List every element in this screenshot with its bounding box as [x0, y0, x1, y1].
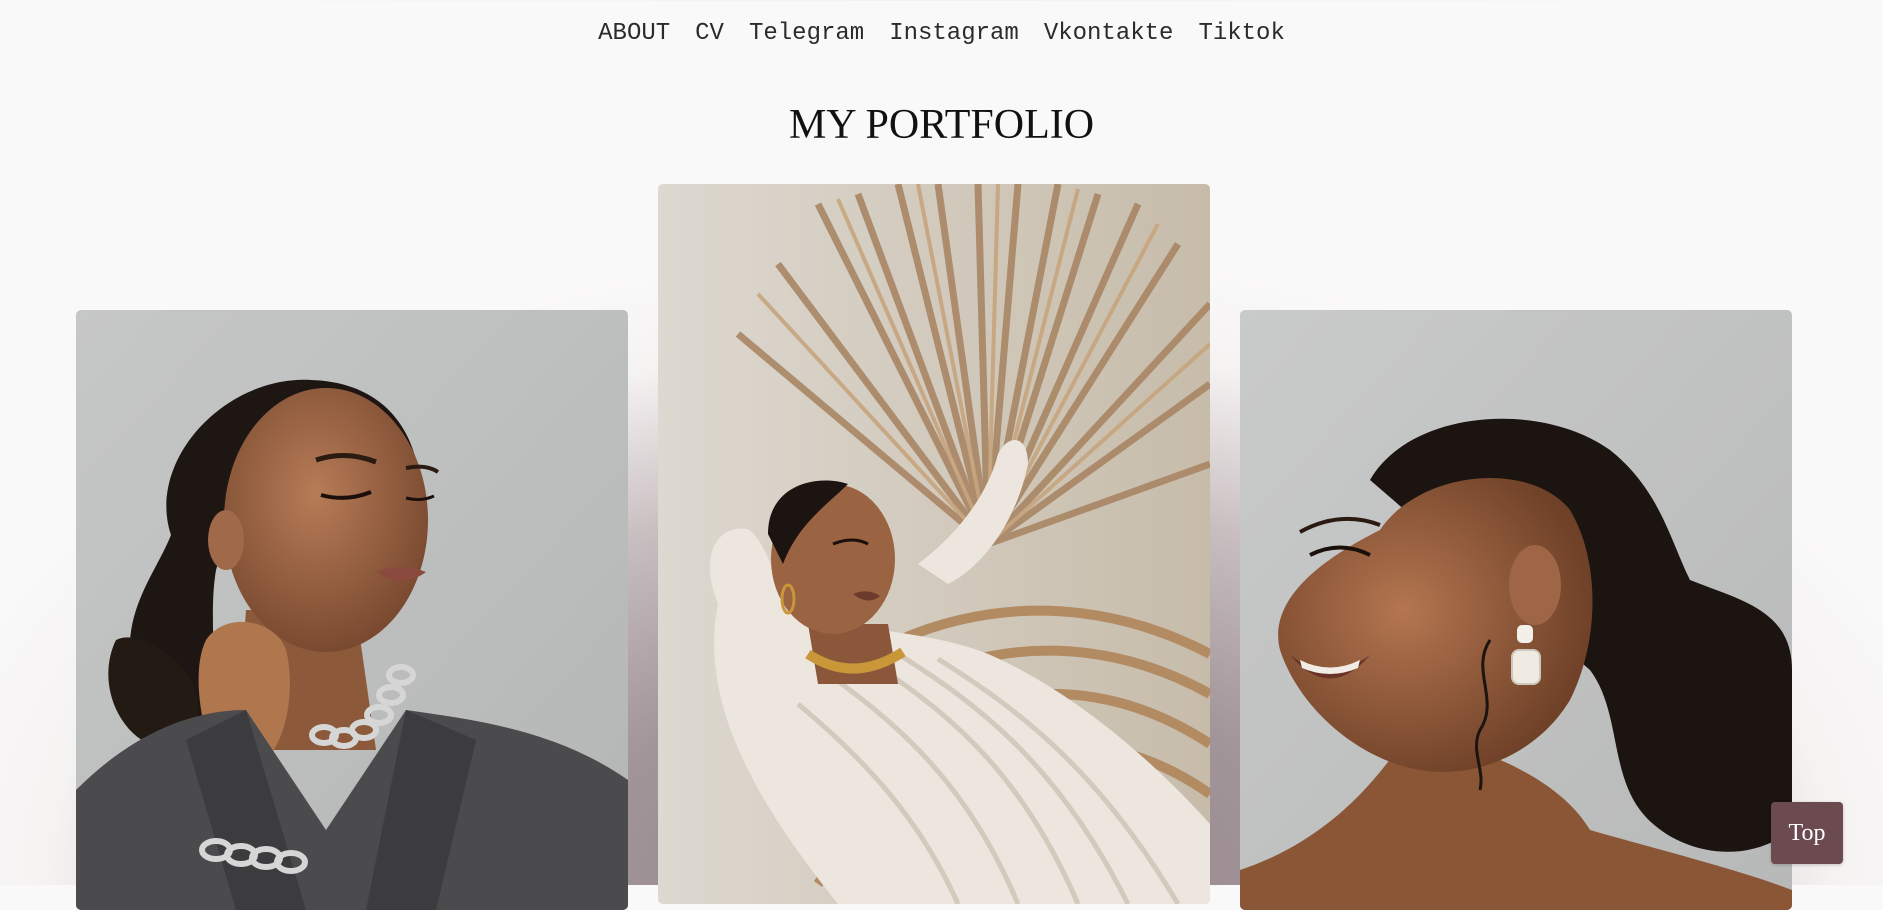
nav-list: ABOUT CV Telegram Instagram Vkontakte Ti… — [0, 16, 1883, 52]
portfolio-photo-2[interactable] — [658, 184, 1210, 904]
nav-item-instagram: Instagram — [889, 16, 1019, 52]
nav-link-tiktok[interactable]: Tiktok — [1198, 16, 1284, 52]
nav-link-vkontakte[interactable]: Vkontakte — [1044, 16, 1174, 52]
nav-item-telegram: Telegram — [749, 16, 864, 52]
page-title: MY PORTFOLIO — [788, 102, 1095, 148]
nav-link-telegram[interactable]: Telegram — [749, 16, 864, 52]
portfolio-photo-1[interactable] — [76, 310, 628, 910]
nav-item-cv: CV — [695, 16, 724, 52]
nav-item-about: ABOUT — [598, 16, 670, 52]
nav-item-vkontakte: Vkontakte — [1044, 16, 1174, 52]
nav-item-tiktok: Tiktok — [1198, 16, 1284, 52]
nav-link-cv[interactable]: CV — [695, 16, 724, 52]
portrait-blazer-image — [76, 310, 628, 910]
portfolio-photo-3[interactable] — [1240, 310, 1792, 910]
scroll-to-top-button[interactable]: Top — [1771, 802, 1843, 864]
portrait-rattan-chair-image — [658, 184, 1210, 904]
nav-link-instagram[interactable]: Instagram — [889, 16, 1019, 52]
nav-link-about[interactable]: ABOUT — [598, 16, 670, 52]
portrait-pearl-earring-image — [1240, 310, 1792, 910]
